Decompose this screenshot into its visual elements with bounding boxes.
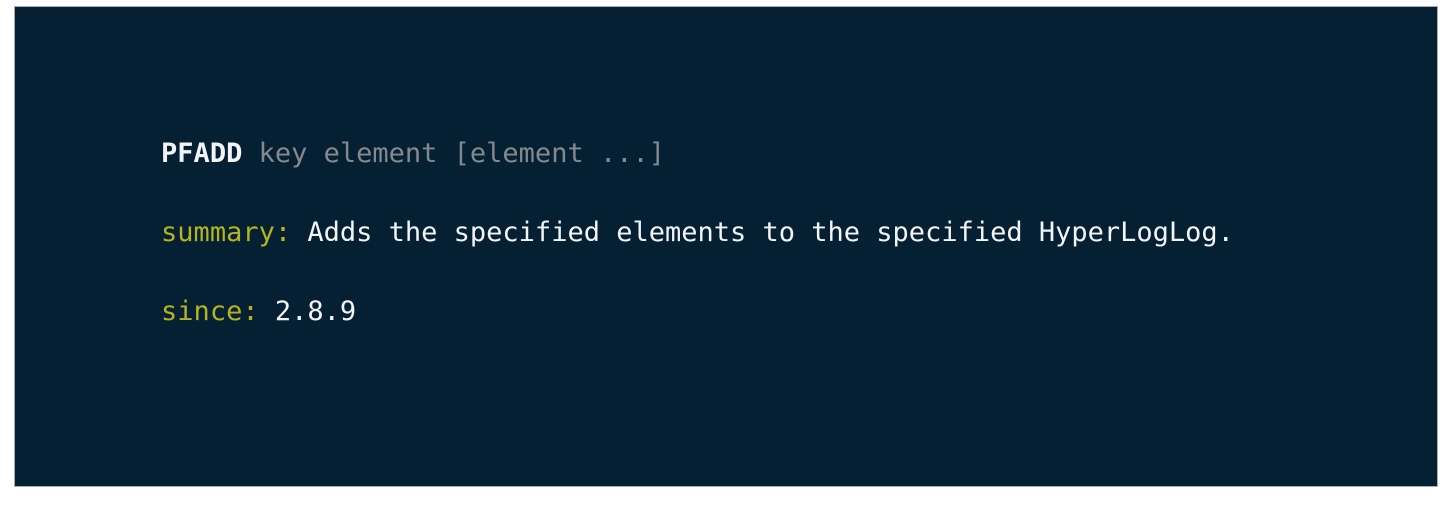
- blank-separator-line: [31, 348, 1437, 389]
- summary-value: Adds the specified elements to the speci…: [307, 217, 1234, 248]
- command-name: PFADD: [161, 138, 243, 169]
- terminal-panel[interactable]: PFADD key element [element ...] summary:…: [14, 6, 1438, 487]
- summary-label: summary:: [161, 217, 292, 248]
- summary-line: summary: Adds the specified elements to …: [31, 171, 1437, 248]
- command-signature-line: PFADD key element [element ...]: [31, 92, 1437, 169]
- since-label: since:: [161, 296, 259, 327]
- terminal-output: PFADD key element [element ...] summary:…: [31, 16, 1437, 486]
- screen-root: PFADD key element [element ...] summary:…: [0, 0, 1452, 509]
- command-signature-line: PFCOUNT key [key ...]: [31, 465, 1437, 486]
- since-value: 2.8.9: [274, 296, 357, 327]
- since-line: since: 2.8.9: [31, 250, 1437, 327]
- command-arguments: key element [element ...]: [258, 138, 665, 169]
